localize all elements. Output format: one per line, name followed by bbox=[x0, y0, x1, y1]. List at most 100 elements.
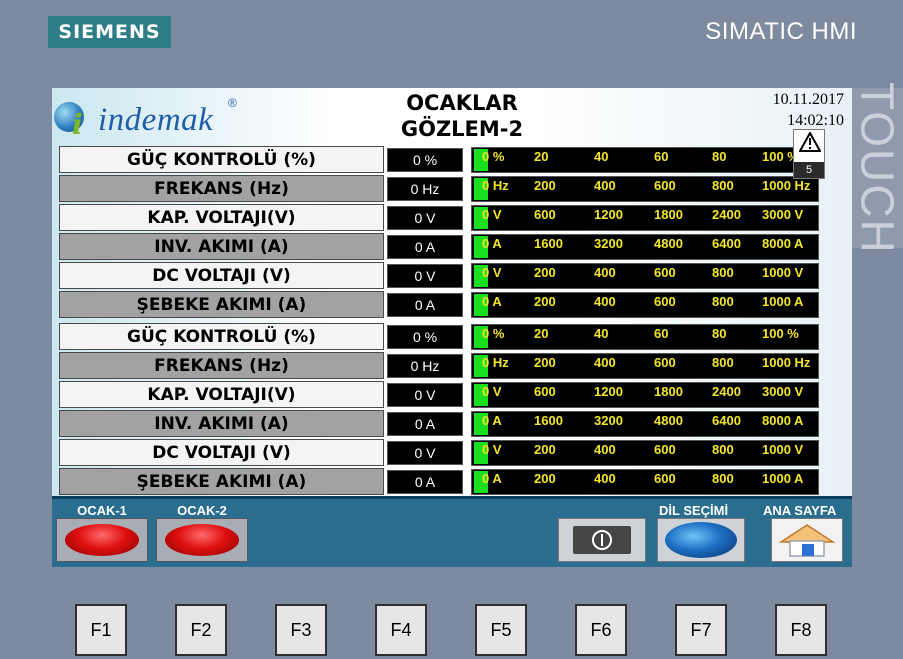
scale-tick-label: 1000 Hz bbox=[762, 355, 811, 370]
scale-tick-label: 1200 bbox=[594, 207, 623, 222]
scale-tick-label: 0 V bbox=[482, 265, 502, 280]
scale-tick-label: 0 % bbox=[482, 149, 505, 164]
scale-tick-label: 4800 bbox=[654, 413, 683, 428]
scale-tick-label: 400 bbox=[594, 355, 616, 370]
scale-tick-label: 200 bbox=[534, 178, 556, 193]
scale-tick-label: 20 bbox=[534, 149, 549, 164]
scale-tick-label: 600 bbox=[654, 265, 676, 280]
measurement-label: DC VOLTAJI (V) bbox=[59, 439, 384, 466]
touch-side-label: TOUCH bbox=[851, 81, 903, 255]
siemens-logo: SIEMENS bbox=[48, 16, 171, 48]
scale-tick-label: 600 bbox=[654, 471, 676, 486]
measurement-value: 0 % bbox=[387, 325, 463, 349]
measurement-row: KAP. VOLTAJI(V) 0 V0 V 600 1200 1800 2400 3000… bbox=[59, 381, 819, 408]
scale-tick-label: 6400 bbox=[712, 236, 741, 251]
level-bar: 0 A 1600 3200 4800 6400 8000 A bbox=[471, 234, 819, 260]
home-button[interactable] bbox=[771, 518, 843, 562]
home-icon bbox=[778, 524, 836, 557]
alarm-count: 5 bbox=[794, 162, 824, 178]
measurement-value: 0 V bbox=[387, 383, 463, 407]
scale-tick-label: 3000 V bbox=[762, 384, 804, 399]
home-label: ANA SAYFA bbox=[763, 503, 837, 518]
scale-tick-label: 600 bbox=[534, 207, 556, 222]
level-bar: 0 V 600 1200 1800 2400 3000 V bbox=[471, 382, 819, 408]
scale-tick-label: 40 bbox=[594, 149, 609, 164]
scale-tick-label: 1000 V bbox=[762, 265, 804, 280]
scale-tick-label: 0 % bbox=[482, 326, 505, 341]
scale-tick-label: 800 bbox=[712, 265, 734, 280]
level-bar: 0 Hz 200 400 600 800 1000 Hz bbox=[471, 353, 819, 379]
scale-tick-label: 3200 bbox=[594, 236, 623, 251]
function-key-f4[interactable]: F4 bbox=[375, 604, 427, 656]
measurement-label: KAP. VOLTAJI(V) bbox=[59, 381, 384, 408]
level-bar: 0 A 200 400 600 800 1000 A bbox=[471, 469, 819, 495]
scale-tick-label: 800 bbox=[712, 178, 734, 193]
scale-tick-label: 400 bbox=[594, 265, 616, 280]
measurement-value: 0 V bbox=[387, 264, 463, 288]
scale-tick-label: 1800 bbox=[654, 207, 683, 222]
scale-tick-label: 200 bbox=[534, 294, 556, 309]
page-title-line2: GÖZLEM-2 bbox=[400, 117, 524, 141]
scale-tick-label: 0 Hz bbox=[482, 355, 509, 370]
function-key-f5[interactable]: F5 bbox=[475, 604, 527, 656]
scale-tick-label: 600 bbox=[654, 178, 676, 193]
scale-tick-label: 0 V bbox=[482, 384, 502, 399]
ocak1-button[interactable] bbox=[56, 518, 148, 562]
globe-icon bbox=[665, 522, 737, 558]
ocak1-label: OCAK-1 bbox=[77, 503, 127, 518]
level-bar: 0 V 200 400 600 800 1000 V bbox=[471, 440, 819, 466]
hmi-screen: i indemak ® OCAKLAR GÖZLEM-2 10.11.2017 … bbox=[52, 88, 852, 567]
scale-tick-label: 1200 bbox=[594, 384, 623, 399]
scale-tick-label: 6400 bbox=[712, 413, 741, 428]
scale-tick-label: 100 % bbox=[762, 326, 799, 341]
red-lamp-icon bbox=[165, 524, 239, 556]
function-key-f7[interactable]: F7 bbox=[675, 604, 727, 656]
measurement-row: ŞEBEKE AKIMI (A) 0 A0 A 200 400 600 800 1000 A bbox=[59, 291, 819, 318]
page-title: OCAKLAR GÖZLEM-2 bbox=[392, 90, 532, 142]
function-key-f2[interactable]: F2 bbox=[175, 604, 227, 656]
measurement-value: 0 % bbox=[387, 148, 463, 172]
scale-tick-label: 4800 bbox=[654, 236, 683, 251]
measurement-row: ŞEBEKE AKIMI (A) 0 A0 A 200 400 600 800 1000 A bbox=[59, 468, 819, 495]
function-key-f1[interactable]: F1 bbox=[75, 604, 127, 656]
measurement-label: ŞEBEKE AKIMI (A) bbox=[59, 468, 384, 495]
measurement-label: KAP. VOLTAJI(V) bbox=[59, 204, 384, 231]
scale-tick-label: 0 A bbox=[482, 471, 502, 486]
registered-mark: ® bbox=[228, 96, 237, 110]
scale-tick-label: 200 bbox=[534, 442, 556, 457]
function-key-f6[interactable]: F6 bbox=[575, 604, 627, 656]
warning-icon bbox=[799, 132, 821, 152]
language-label: DİL SEÇİMİ bbox=[659, 503, 729, 518]
scale-tick-label: 8000 A bbox=[762, 413, 804, 428]
measurement-value: 0 V bbox=[387, 206, 463, 230]
scale-tick-label: 2400 bbox=[712, 207, 741, 222]
ocak2-button[interactable] bbox=[156, 518, 248, 562]
scale-tick-label: 0 A bbox=[482, 413, 502, 428]
scale-tick-label: 80 bbox=[712, 149, 727, 164]
measurement-label: GÜÇ KONTROLÜ (%) bbox=[59, 146, 384, 173]
ocak2-label: OCAK-2 bbox=[177, 503, 227, 518]
scale-tick-label: 1600 bbox=[534, 413, 563, 428]
scale-tick-label: 1000 V bbox=[762, 442, 804, 457]
measurement-value: 0 A bbox=[387, 235, 463, 259]
red-lamp-icon bbox=[65, 524, 139, 556]
logo-text: indemak bbox=[98, 102, 214, 138]
scale-tick-label: 60 bbox=[654, 326, 669, 341]
function-key-f8[interactable]: F8 bbox=[775, 604, 827, 656]
scale-tick-label: 20 bbox=[534, 326, 549, 341]
scale-tick-label: 1000 A bbox=[762, 294, 804, 309]
power-button[interactable] bbox=[558, 518, 646, 562]
level-bar: 0 Hz 200 400 600 800 1000 Hz bbox=[471, 176, 819, 202]
language-button[interactable] bbox=[657, 518, 745, 562]
scale-tick-label: 1000 A bbox=[762, 471, 804, 486]
alarm-indicator-button[interactable]: 5 bbox=[793, 129, 825, 179]
scale-tick-label: 0 V bbox=[482, 207, 502, 222]
scale-tick-label: 60 bbox=[654, 149, 669, 164]
scale-tick-label: 600 bbox=[654, 294, 676, 309]
scale-tick-label: 8000 A bbox=[762, 236, 804, 251]
measurement-value: 0 Hz bbox=[387, 177, 463, 201]
scale-tick-label: 800 bbox=[712, 471, 734, 486]
function-key-f3[interactable]: F3 bbox=[275, 604, 327, 656]
measurement-row: DC VOLTAJI (V) 0 V0 V 200 400 600 800 1000 V bbox=[59, 262, 819, 289]
scale-tick-label: 0 Hz bbox=[482, 178, 509, 193]
